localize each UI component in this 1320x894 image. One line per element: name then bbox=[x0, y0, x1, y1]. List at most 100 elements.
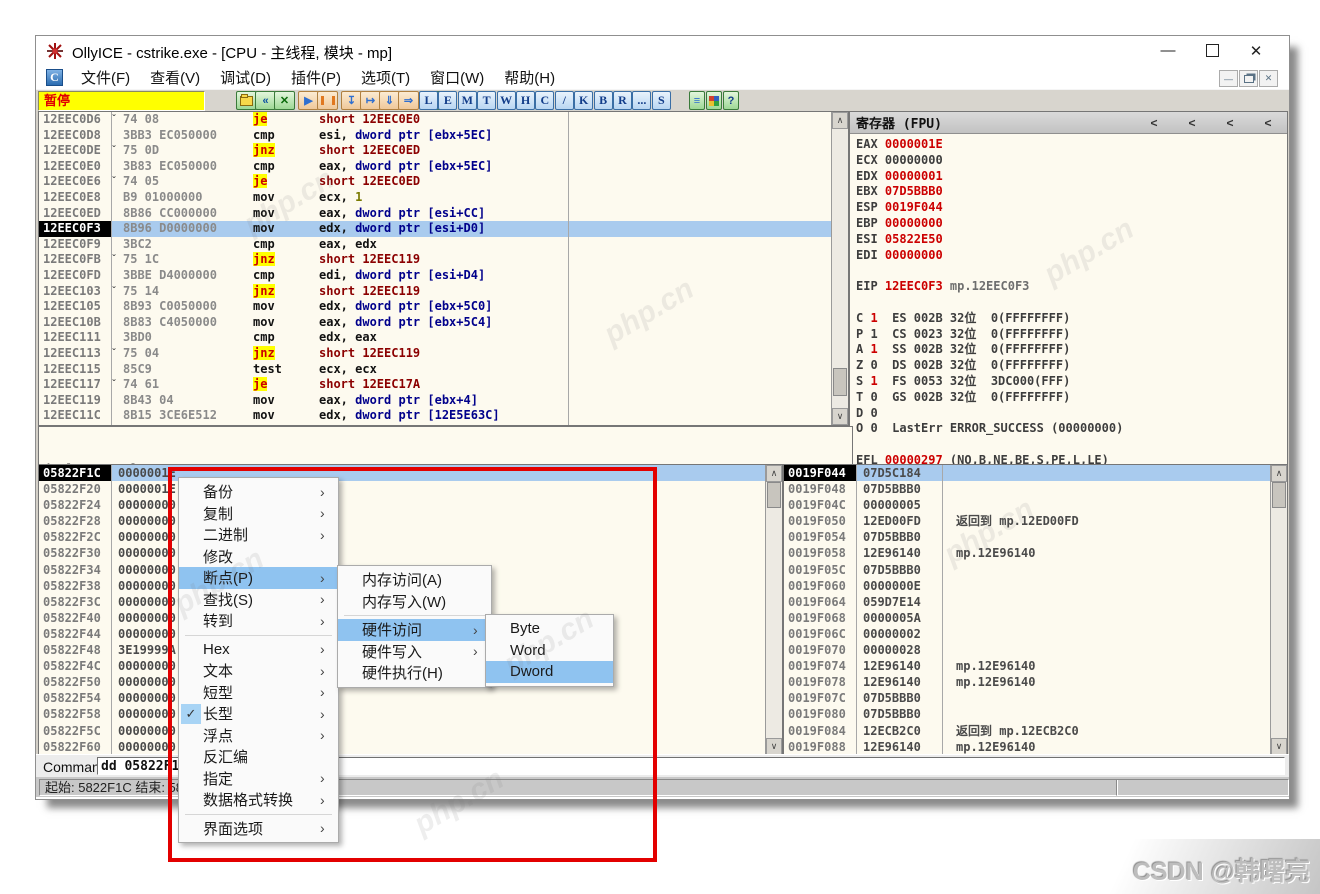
appearance-button[interactable] bbox=[706, 91, 722, 110]
menu-item-dword[interactable]: Dword bbox=[486, 661, 613, 683]
disasm-row[interactable]: 12EEC1058B93 C0050000movedx, dword ptr [… bbox=[39, 299, 848, 315]
scrollbar-thumb[interactable] bbox=[1272, 482, 1286, 508]
letter-button-B[interactable]: B bbox=[594, 91, 613, 110]
menu-view[interactable]: 查看(V) bbox=[140, 65, 210, 90]
stack-row[interactable]: 0019F04807D5BBB0 bbox=[784, 481, 1287, 497]
minimize-button[interactable]: — bbox=[1147, 36, 1189, 65]
stack-row[interactable]: 0019F04C00000005 bbox=[784, 497, 1287, 513]
dump-row[interactable]: 05822F5400000000 bbox=[39, 690, 782, 706]
letter-button-C[interactable]: C bbox=[535, 91, 554, 110]
register-line[interactable]: EDX 00000001 bbox=[850, 169, 1287, 185]
cpu-window-icon[interactable]: C bbox=[46, 69, 63, 86]
mdi-close-button[interactable]: ✕ bbox=[1259, 70, 1278, 87]
register-line[interactable]: EBP 00000000 bbox=[850, 216, 1287, 232]
register-line[interactable]: EAX 0000001E bbox=[850, 137, 1287, 153]
stack-row[interactable]: 0019F05012ED00FD返回到 mp.12ED00FD bbox=[784, 513, 1287, 529]
maximize-button[interactable] bbox=[1191, 36, 1233, 65]
letter-button-S[interactable]: S bbox=[652, 91, 671, 110]
menu-item-hardware-write[interactable]: 硬件写入› bbox=[338, 641, 491, 663]
scroll-up-icon[interactable]: ∧ bbox=[766, 465, 782, 482]
register-line[interactable]: S 1 FS 0053 32位 3DC000(FFF) bbox=[850, 374, 1287, 390]
menu-item-memory-access[interactable]: 内存访问(A) bbox=[338, 569, 491, 591]
dump-row[interactable]: 05822F2C00000000 bbox=[39, 529, 782, 545]
menu-item-search[interactable]: 查找(S)› bbox=[179, 589, 338, 611]
stack-row[interactable]: 0019F06C00000002 bbox=[784, 626, 1287, 642]
scroll-down-icon[interactable]: ∨ bbox=[766, 738, 782, 755]
register-line[interactable]: ECX 00000000 bbox=[850, 153, 1287, 169]
register-line[interactable]: C 1 ES 002B 32位 0(FFFFFFFF) bbox=[850, 311, 1287, 327]
menu-item-hardware-execute[interactable]: 硬件执行(H) bbox=[338, 662, 491, 684]
menu-debug[interactable]: 调试(D) bbox=[210, 65, 281, 90]
disasm-row[interactable]: 12EEC0F38B96 D0000000movedx, dword ptr [… bbox=[39, 221, 848, 237]
dump-row[interactable]: 05822F6000000000 bbox=[39, 739, 782, 755]
menu-plugins[interactable]: 插件(P) bbox=[281, 65, 351, 90]
letter-button-slash[interactable]: / bbox=[555, 91, 574, 110]
options-list-button[interactable]: ≡ bbox=[689, 91, 705, 110]
stack-row[interactable]: 0019F05407D5BBB0 bbox=[784, 529, 1287, 545]
menu-file[interactable]: 文件(F) bbox=[71, 65, 140, 90]
step-over-button[interactable]: ↦ bbox=[360, 91, 381, 110]
letter-button-E[interactable]: E bbox=[438, 91, 457, 110]
register-line[interactable] bbox=[850, 263, 1287, 279]
disassembly-pane[interactable]: 12EEC0D6ˇ74 08jeshort 12EEC0E012EEC0D83B… bbox=[38, 111, 849, 426]
register-line[interactable]: EIP 12EEC0F3 mp.12EEC0F3 bbox=[850, 279, 1287, 295]
header-arrow-button[interactable]: < bbox=[1135, 116, 1173, 130]
scroll-up-icon[interactable]: ∧ bbox=[832, 112, 848, 129]
register-line[interactable]: ESI 05822E50 bbox=[850, 232, 1287, 248]
registers-pane[interactable]: 寄存器 (FPU) <<<< EAX 0000001EECX 00000000E… bbox=[849, 111, 1288, 466]
disasm-row[interactable]: 12EEC0E8B9 01000000movecx, 1 bbox=[39, 190, 848, 206]
mdi-restore-button[interactable] bbox=[1239, 70, 1258, 87]
scroll-down-icon[interactable]: ∨ bbox=[832, 408, 848, 425]
disasm-row[interactable]: 12EEC113ˇ75 04jnzshort 12EEC119 bbox=[39, 346, 848, 362]
scrollbar-thumb[interactable] bbox=[767, 482, 781, 508]
stack-row[interactable]: 0019F07812E96140mp.12E96140 bbox=[784, 674, 1287, 690]
register-line[interactable]: P 1 CS 0023 32位 0(FFFFFFFF) bbox=[850, 327, 1287, 343]
disasm-row[interactable]: 12EEC1198B43 04moveax, dword ptr [ebx+4] bbox=[39, 393, 848, 409]
register-line[interactable]: Z 0 DS 002B 32位 0(FFFFFFFF) bbox=[850, 358, 1287, 374]
register-line[interactable] bbox=[850, 295, 1287, 311]
stack-row[interactable]: 0019F08412ECB2C0返回到 mp.12ECB2C0 bbox=[784, 723, 1287, 739]
register-line[interactable]: T 0 GS 002B 32位 0(FFFFFFFF) bbox=[850, 390, 1287, 406]
register-line[interactable]: ESP 0019F044 bbox=[850, 200, 1287, 216]
stack-row[interactable]: 0019F07C07D5BBB0 bbox=[784, 690, 1287, 706]
stack-row[interactable]: 0019F064059D7E14 bbox=[784, 594, 1287, 610]
close-button[interactable]: ✕ bbox=[1235, 36, 1277, 65]
menu-item-breakpoint[interactable]: 断点(P)› bbox=[179, 567, 338, 589]
mdi-minimize-button[interactable]: — bbox=[1219, 70, 1238, 87]
title-bar[interactable]: OllyICE - cstrike.exe - [CPU - 主线程, 模块 -… bbox=[36, 36, 1289, 66]
stack-row[interactable]: 0019F0600000000E bbox=[784, 578, 1287, 594]
disasm-row[interactable]: 12EEC11585C9testecx, ecx bbox=[39, 362, 848, 378]
disasm-row[interactable]: 12EEC11C8B15 3CE6E512movedx, dword ptr [… bbox=[39, 408, 848, 424]
menu-help[interactable]: 帮助(H) bbox=[494, 65, 565, 90]
dump-row[interactable]: 05822F2800000000 bbox=[39, 513, 782, 529]
menu-item-text[interactable]: 文本› bbox=[179, 660, 338, 682]
disasm-scrollbar[interactable]: ∧ ∨ bbox=[831, 112, 848, 425]
scroll-up-icon[interactable]: ∧ bbox=[1271, 465, 1287, 482]
disasm-row[interactable]: 12EEC0D6ˇ74 08jeshort 12EEC0E0 bbox=[39, 112, 848, 128]
header-arrow-button[interactable]: < bbox=[1211, 116, 1249, 130]
menu-item-memory-write[interactable]: 内存写入(W) bbox=[338, 591, 491, 613]
trace-into-button[interactable]: ⇓ bbox=[379, 91, 400, 110]
stack-row[interactable]: 0019F05812E96140mp.12E96140 bbox=[784, 545, 1287, 561]
disasm-row[interactable]: 12EEC10B8B83 C4050000moveax, dword ptr [… bbox=[39, 315, 848, 331]
dump-scrollbar[interactable]: ∧ ∨ bbox=[765, 465, 782, 755]
menu-item-data-format-convert[interactable]: 数据格式转换› bbox=[179, 789, 338, 811]
disasm-row[interactable]: 12EEC103ˇ75 14jnzshort 12EEC119 bbox=[39, 284, 848, 300]
disasm-row[interactable]: 12EEC0E6ˇ74 05jeshort 12EEC0ED bbox=[39, 174, 848, 190]
header-arrow-button[interactable]: < bbox=[1249, 116, 1287, 130]
open-file-button[interactable] bbox=[236, 91, 257, 110]
dump-row[interactable]: 05822F3000000000 bbox=[39, 545, 782, 561]
letter-button-K[interactable]: K bbox=[574, 91, 593, 110]
menu-item-appearance-options[interactable]: 界面选项› bbox=[179, 818, 338, 840]
letter-button-L[interactable]: L bbox=[419, 91, 438, 110]
stack-row[interactable]: 0019F07412E96140mp.12E96140 bbox=[784, 658, 1287, 674]
stack-row[interactable]: 0019F07000000028 bbox=[784, 642, 1287, 658]
trace-over-button[interactable]: ⇒ bbox=[398, 91, 419, 110]
pause-button[interactable] bbox=[317, 91, 338, 110]
register-line[interactable]: EDI 00000000 bbox=[850, 248, 1287, 264]
disasm-row[interactable]: 12EEC0D83BB3 EC050000cmpesi, dword ptr [… bbox=[39, 128, 848, 144]
menu-options[interactable]: 选项(T) bbox=[351, 65, 420, 90]
menu-item-modify[interactable]: 修改 bbox=[179, 546, 338, 568]
menu-item-disassemble[interactable]: 反汇编 bbox=[179, 746, 338, 768]
menu-item-long[interactable]: ✓长型› bbox=[179, 703, 338, 725]
